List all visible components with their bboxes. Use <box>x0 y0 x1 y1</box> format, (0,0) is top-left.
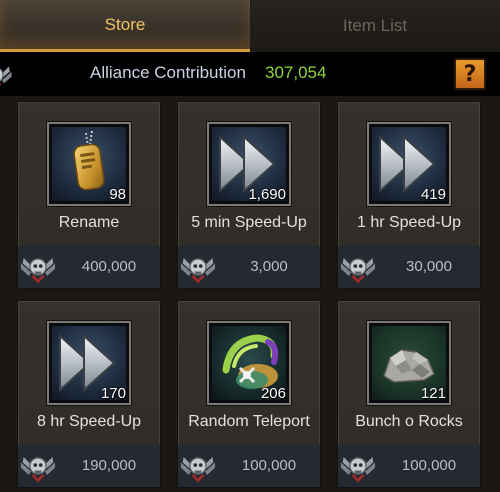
medal-icon <box>0 65 13 90</box>
alliance-contribution-label: Alliance Contribution <box>90 63 246 82</box>
item-quantity: 206 <box>260 385 286 402</box>
medal-icon <box>340 256 376 283</box>
alliance-contribution-bar: Alliance Contribution 307,054 ? <box>0 52 500 96</box>
item-price: 400,000 <box>81 258 137 275</box>
item-name: Random Teleport <box>188 413 310 430</box>
price-bar: 3,000 <box>178 246 320 288</box>
store-item-card[interactable]: 419 1 hr Speed-Up 30,000 <box>337 101 481 289</box>
store-item-card[interactable]: 170 8 hr Speed-Up 190,000 <box>17 300 161 488</box>
item-quantity: 419 <box>420 186 446 203</box>
medal-icon <box>340 455 376 482</box>
item-name: 1 hr Speed-Up <box>356 214 462 231</box>
help-button[interactable]: ? <box>454 58 486 90</box>
item-slot: 1,690 <box>207 122 291 206</box>
price-bar: 100,000 <box>338 445 480 487</box>
item-price: 190,000 <box>81 457 137 474</box>
medal-icon <box>180 256 216 283</box>
tab-item-list[interactable]: Item List <box>250 0 500 52</box>
store-item-card[interactable]: 121 Bunch o Rocks 100,000 <box>337 300 481 488</box>
medal-icon <box>20 256 56 283</box>
item-name: 8 hr Speed-Up <box>36 413 142 430</box>
price-bar: 100,000 <box>178 445 320 487</box>
store-item-card[interactable]: 98 Rename 400,000 <box>17 101 161 289</box>
item-name: Bunch o Rocks <box>355 413 463 430</box>
item-slot: 121 <box>367 321 451 405</box>
item-slot: 170 <box>47 321 131 405</box>
store-item-card[interactable]: 206 Random Teleport 100,000 <box>177 300 321 488</box>
medal-icon <box>20 455 56 482</box>
item-name: Rename <box>58 214 120 231</box>
item-quantity: 1,690 <box>248 186 286 203</box>
item-quantity: 98 <box>109 186 126 203</box>
item-quantity: 170 <box>100 385 126 402</box>
item-slot: 98 <box>47 122 131 206</box>
item-name: 5 min Speed-Up <box>191 214 307 231</box>
price-bar: 190,000 <box>18 445 160 487</box>
item-quantity: 121 <box>420 385 446 402</box>
tab-store[interactable]: Store <box>0 0 250 52</box>
item-price: 30,000 <box>406 258 452 275</box>
item-slot: 206 <box>207 321 291 405</box>
item-price: 100,000 <box>241 457 297 474</box>
tab-bar: Store Item List <box>0 0 500 52</box>
store-item-card[interactable]: 1,690 5 min Speed-Up 3,000 <box>177 101 321 289</box>
price-bar: 30,000 <box>338 246 480 288</box>
alliance-contribution-value: 307,054 <box>265 63 327 82</box>
price-bar: 400,000 <box>18 246 160 288</box>
medal-icon <box>180 455 216 482</box>
item-price: 3,000 <box>250 258 288 275</box>
item-price: 100,000 <box>401 457 457 474</box>
item-slot: 419 <box>367 122 451 206</box>
